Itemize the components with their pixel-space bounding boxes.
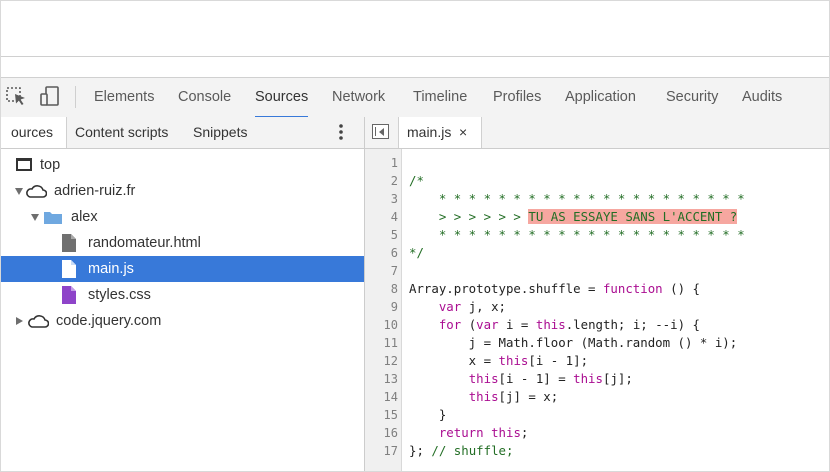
window-border — [0, 0, 830, 472]
